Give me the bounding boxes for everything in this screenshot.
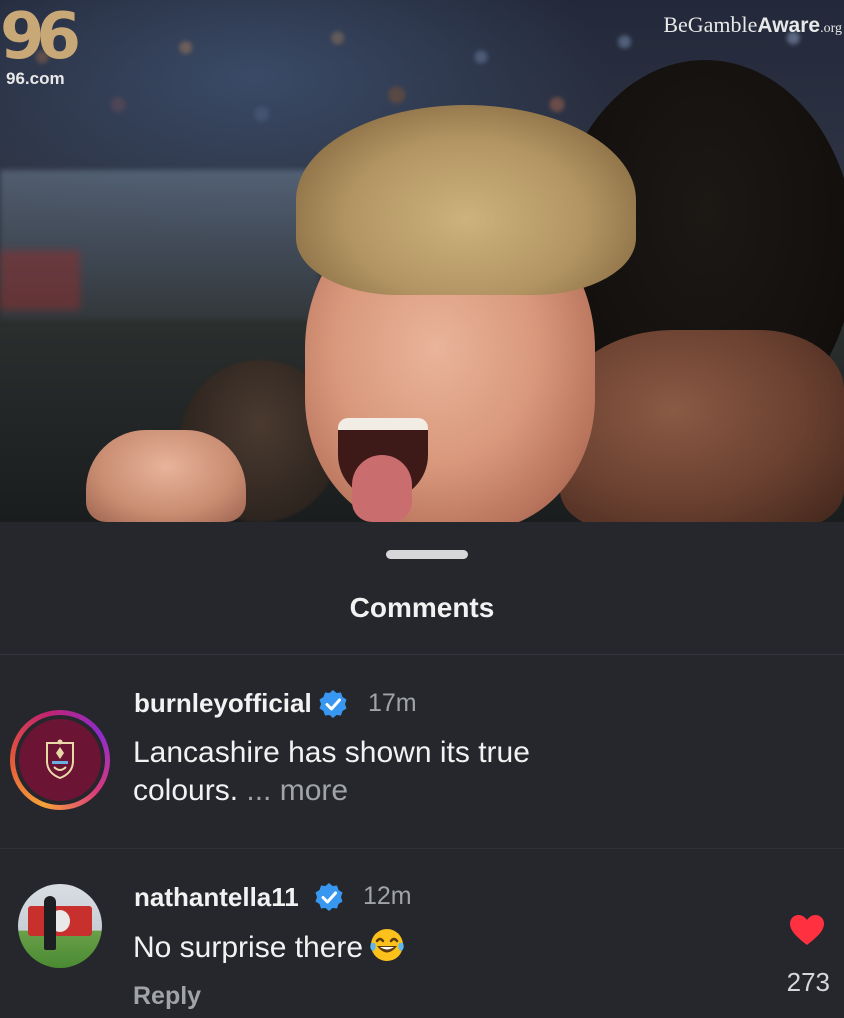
stadium-banner-red bbox=[0, 250, 80, 310]
comment-username[interactable]: burnleyofficial bbox=[134, 688, 312, 719]
comment-time: 12m bbox=[363, 882, 412, 910]
comment-username[interactable]: nathantella11 bbox=[134, 882, 299, 913]
laughing-tears-emoji-icon bbox=[370, 929, 404, 961]
reply-button[interactable]: Reply bbox=[133, 982, 201, 1011]
avatar-background-board bbox=[28, 906, 92, 936]
comments-sheet: Comments burnleyofficial 17m Lancashire … bbox=[0, 522, 844, 1018]
comment-time: 17m bbox=[368, 689, 417, 717]
teammate-face bbox=[560, 330, 844, 522]
comment-text-line2: colours. bbox=[133, 774, 239, 807]
post-photo[interactable]: 96 96.com BeGambleAware.org bbox=[0, 0, 844, 522]
drag-handle[interactable] bbox=[386, 550, 468, 559]
site-logo-domain: 96.com bbox=[6, 69, 65, 88]
verified-badge-icon bbox=[319, 690, 347, 718]
club-crest-icon bbox=[46, 739, 74, 779]
player-tongue bbox=[352, 455, 412, 522]
gamble-org: .org bbox=[820, 21, 842, 36]
site-logo-number: 96 bbox=[0, 0, 81, 74]
sheet-title: Comments bbox=[349, 592, 495, 623]
comment-text: No surprise there bbox=[133, 927, 405, 967]
divider bbox=[0, 654, 844, 655]
comment-text: Lancashire has shown its true colours. .… bbox=[133, 734, 530, 810]
more-link[interactable]: ... more bbox=[246, 774, 348, 807]
divider bbox=[0, 848, 844, 849]
player-fist bbox=[86, 430, 246, 522]
avatar-gap bbox=[15, 715, 105, 805]
gamble-gamble: Gamble bbox=[687, 12, 758, 37]
comment-text-line1: Lancashire has shown its true bbox=[133, 736, 530, 769]
site-logo: 96 96.com bbox=[0, 2, 81, 88]
comment-text-body: No surprise there bbox=[133, 931, 364, 964]
gamble-be: Be bbox=[663, 12, 688, 37]
avatar-story-ring[interactable] bbox=[10, 710, 110, 810]
heart-icon[interactable] bbox=[789, 914, 825, 946]
gamble-aware: Aware bbox=[757, 14, 821, 37]
like-count: 273 bbox=[786, 967, 830, 997]
avatar-person bbox=[44, 896, 56, 950]
player-hair bbox=[296, 105, 636, 295]
verified-badge-icon bbox=[315, 883, 343, 911]
avatar[interactable] bbox=[18, 884, 102, 968]
begambleaware-logo: BeGambleAware.org bbox=[663, 12, 842, 38]
avatar bbox=[19, 719, 101, 801]
